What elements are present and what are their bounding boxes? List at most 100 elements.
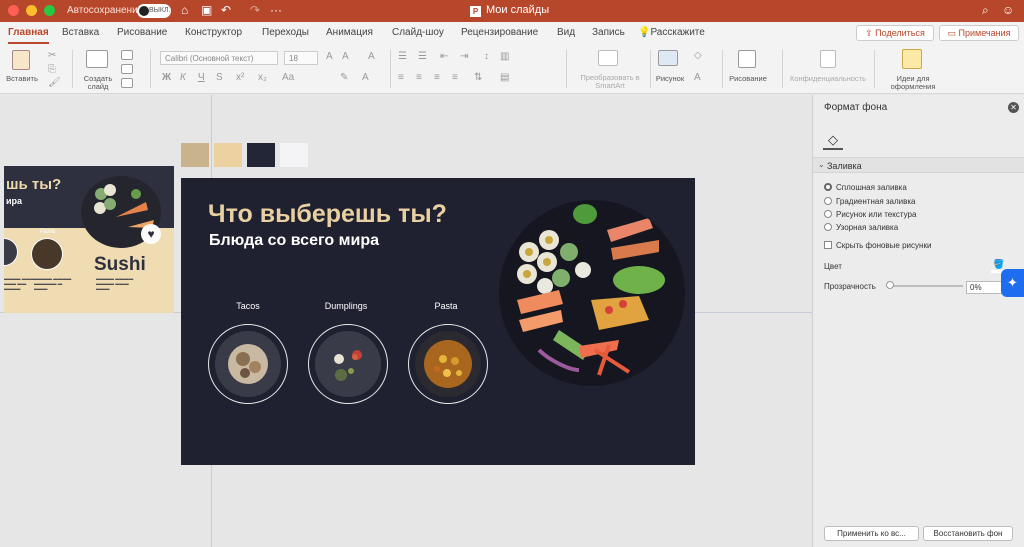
section-icon[interactable] bbox=[121, 78, 133, 88]
transparency-slider-track[interactable] bbox=[887, 285, 963, 287]
picture-icon[interactable] bbox=[658, 50, 678, 66]
new-slide-icon[interactable] bbox=[86, 50, 108, 68]
underline-icon[interactable]: Ч bbox=[198, 72, 205, 83]
dropbox-icon[interactable]: ✦ bbox=[1001, 269, 1024, 297]
close-window-button[interactable] bbox=[8, 5, 19, 16]
shapes-icon[interactable]: ◇ bbox=[694, 50, 702, 61]
save-icon[interactable]: ▣ bbox=[201, 3, 212, 17]
pasta-drawing bbox=[424, 340, 472, 388]
tab-review[interactable]: Рецензирование bbox=[461, 27, 538, 38]
comments-button[interactable]: ▭ Примечания bbox=[939, 25, 1019, 41]
undo-icon[interactable]: ↶ bbox=[221, 3, 231, 17]
text-direction-icon[interactable]: ⇅ bbox=[474, 72, 482, 83]
columns-icon[interactable]: ▥ bbox=[500, 51, 509, 62]
color-swatch[interactable] bbox=[214, 143, 242, 167]
picture-fill-label: Рисунок или текстура bbox=[836, 210, 917, 219]
more-icon[interactable]: ··· bbox=[270, 3, 282, 17]
zoom-window-button[interactable] bbox=[44, 5, 55, 16]
bullets-icon[interactable]: ☰ bbox=[398, 51, 407, 62]
transparency-slider-handle[interactable] bbox=[886, 281, 894, 289]
account-icon[interactable]: ☺ bbox=[1002, 3, 1014, 17]
redo-icon[interactable]: ↷ bbox=[250, 3, 260, 17]
separator bbox=[782, 50, 783, 88]
tab-draw[interactable]: Рисование bbox=[117, 27, 167, 38]
tacos-plate-image[interactable] bbox=[208, 324, 288, 404]
font-color-icon[interactable]: A bbox=[362, 72, 369, 83]
font-size-select[interactable]: 18 bbox=[284, 51, 318, 65]
cut-icon[interactable]: ✂ bbox=[48, 50, 56, 61]
align-right-icon[interactable]: ≡ bbox=[434, 72, 440, 83]
tab-design[interactable]: Конструктор bbox=[185, 27, 242, 38]
textbox-icon[interactable]: A bbox=[694, 72, 701, 83]
tab-transitions[interactable]: Переходы bbox=[262, 27, 309, 38]
ribbon: Вставить ✂ ⎘ 🖌 Создать слайд Calibri (Ос… bbox=[0, 44, 1024, 94]
comment-icon: ▭ bbox=[947, 28, 959, 38]
italic-icon[interactable]: К bbox=[180, 72, 186, 83]
powerpoint-icon: P bbox=[470, 6, 481, 17]
font-name-select[interactable]: Calibri (Основной текст) bbox=[160, 51, 278, 65]
tab-insert[interactable]: Вставка bbox=[62, 27, 99, 38]
highlight-icon[interactable]: ✎ bbox=[340, 72, 348, 83]
tab-record[interactable]: Запись bbox=[592, 27, 625, 38]
gradient-fill-option[interactable]: Градиентная заливка bbox=[824, 197, 916, 206]
hide-background-graphics-checkbox[interactable]: Скрыть фоновые рисунки bbox=[824, 241, 931, 250]
home-icon[interactable]: ⌂ bbox=[181, 3, 188, 17]
fill-section-header[interactable]: ⌄ Заливка bbox=[813, 157, 1024, 173]
radio-selected bbox=[824, 183, 832, 191]
confidentiality-icon[interactable] bbox=[820, 50, 836, 68]
transparency-input[interactable]: 0% bbox=[966, 281, 1006, 294]
justify-icon[interactable]: ≡ bbox=[452, 72, 458, 83]
layout-icon[interactable] bbox=[121, 50, 133, 60]
tab-home[interactable]: Главная bbox=[8, 27, 49, 44]
autosave-toggle[interactable]: ВЫКЛ. bbox=[137, 4, 171, 18]
slide-title[interactable]: Что выберешь ты? bbox=[208, 200, 447, 229]
increase-indent-icon[interactable]: ⇥ bbox=[460, 51, 468, 62]
decrease-indent-icon[interactable]: ⇤ bbox=[440, 51, 448, 62]
line-spacing-icon[interactable]: ↕ bbox=[484, 51, 489, 62]
tell-me[interactable]: 💡Расскажите bbox=[638, 27, 705, 38]
tab-view[interactable]: Вид bbox=[557, 27, 575, 38]
clear-format-icon[interactable]: A bbox=[368, 51, 375, 62]
pasta-plate-image[interactable] bbox=[408, 324, 488, 404]
pattern-fill-option[interactable]: Узорная заливка bbox=[824, 223, 898, 232]
color-swatch[interactable] bbox=[181, 143, 209, 167]
strikethrough-icon[interactable]: S bbox=[216, 72, 223, 83]
slide-subtitle[interactable]: Блюда со всего мира bbox=[209, 232, 379, 250]
picture-fill-option[interactable]: Рисунок или текстура bbox=[824, 210, 916, 219]
design-ideas-icon[interactable] bbox=[902, 49, 922, 69]
copy-icon[interactable]: ⎘ bbox=[48, 64, 56, 75]
reset-icon[interactable] bbox=[121, 64, 133, 74]
align-center-icon[interactable]: ≡ bbox=[416, 72, 422, 83]
increase-font-icon[interactable]: A bbox=[326, 51, 333, 62]
share-icon: ⇪ bbox=[865, 28, 876, 38]
change-case-icon[interactable]: Aa bbox=[282, 72, 294, 83]
slide-canvas[interactable]: шь ты? ира Pasta ♥ Sushi ▬▬▬▬ ▬ ▬▬ ▬▬▬ ▬▬ ▬… bbox=[0, 95, 812, 547]
reset-background-button[interactable]: Восстановить фон bbox=[923, 526, 1013, 541]
format-painter-icon[interactable]: 🖌 bbox=[48, 77, 61, 88]
align-text-icon[interactable]: ▤ bbox=[500, 72, 509, 83]
superscript-icon[interactable]: x² bbox=[236, 72, 244, 83]
paste-icon[interactable] bbox=[12, 50, 30, 70]
solid-fill-option[interactable]: Сплошная заливка bbox=[824, 183, 907, 192]
subscript-icon[interactable]: x₂ bbox=[258, 72, 267, 83]
minimize-window-button[interactable] bbox=[26, 5, 37, 16]
share-button[interactable]: ⇪ Поделиться bbox=[856, 25, 934, 41]
apply-to-all-button[interactable]: Применить ко вс... bbox=[824, 526, 919, 541]
dumplings-plate-image[interactable] bbox=[308, 324, 388, 404]
close-icon[interactable]: ✕ bbox=[1008, 102, 1019, 113]
tab-animations[interactable]: Анимация bbox=[326, 27, 373, 38]
drawing-icon[interactable] bbox=[738, 50, 756, 68]
numbering-icon[interactable]: ☰ bbox=[418, 51, 427, 62]
tab-slideshow[interactable]: Слайд-шоу bbox=[392, 27, 444, 38]
color-swatch[interactable] bbox=[247, 143, 275, 167]
search-icon[interactable]: ⌕ bbox=[982, 3, 989, 18]
paint-bucket-icon: 🪣 bbox=[993, 259, 1005, 269]
sushi-platter-image[interactable] bbox=[499, 200, 685, 386]
color-swatch[interactable] bbox=[280, 143, 308, 167]
bold-icon[interactable]: Ж bbox=[162, 72, 171, 83]
align-left-icon[interactable]: ≡ bbox=[398, 72, 404, 83]
smartart-icon[interactable] bbox=[598, 50, 618, 66]
current-slide[interactable]: Что выберешь ты? Блюда со всего мира Tac… bbox=[181, 178, 695, 465]
fill-bucket-icon[interactable]: ◇ bbox=[823, 130, 843, 150]
decrease-font-icon[interactable]: A bbox=[342, 51, 349, 62]
